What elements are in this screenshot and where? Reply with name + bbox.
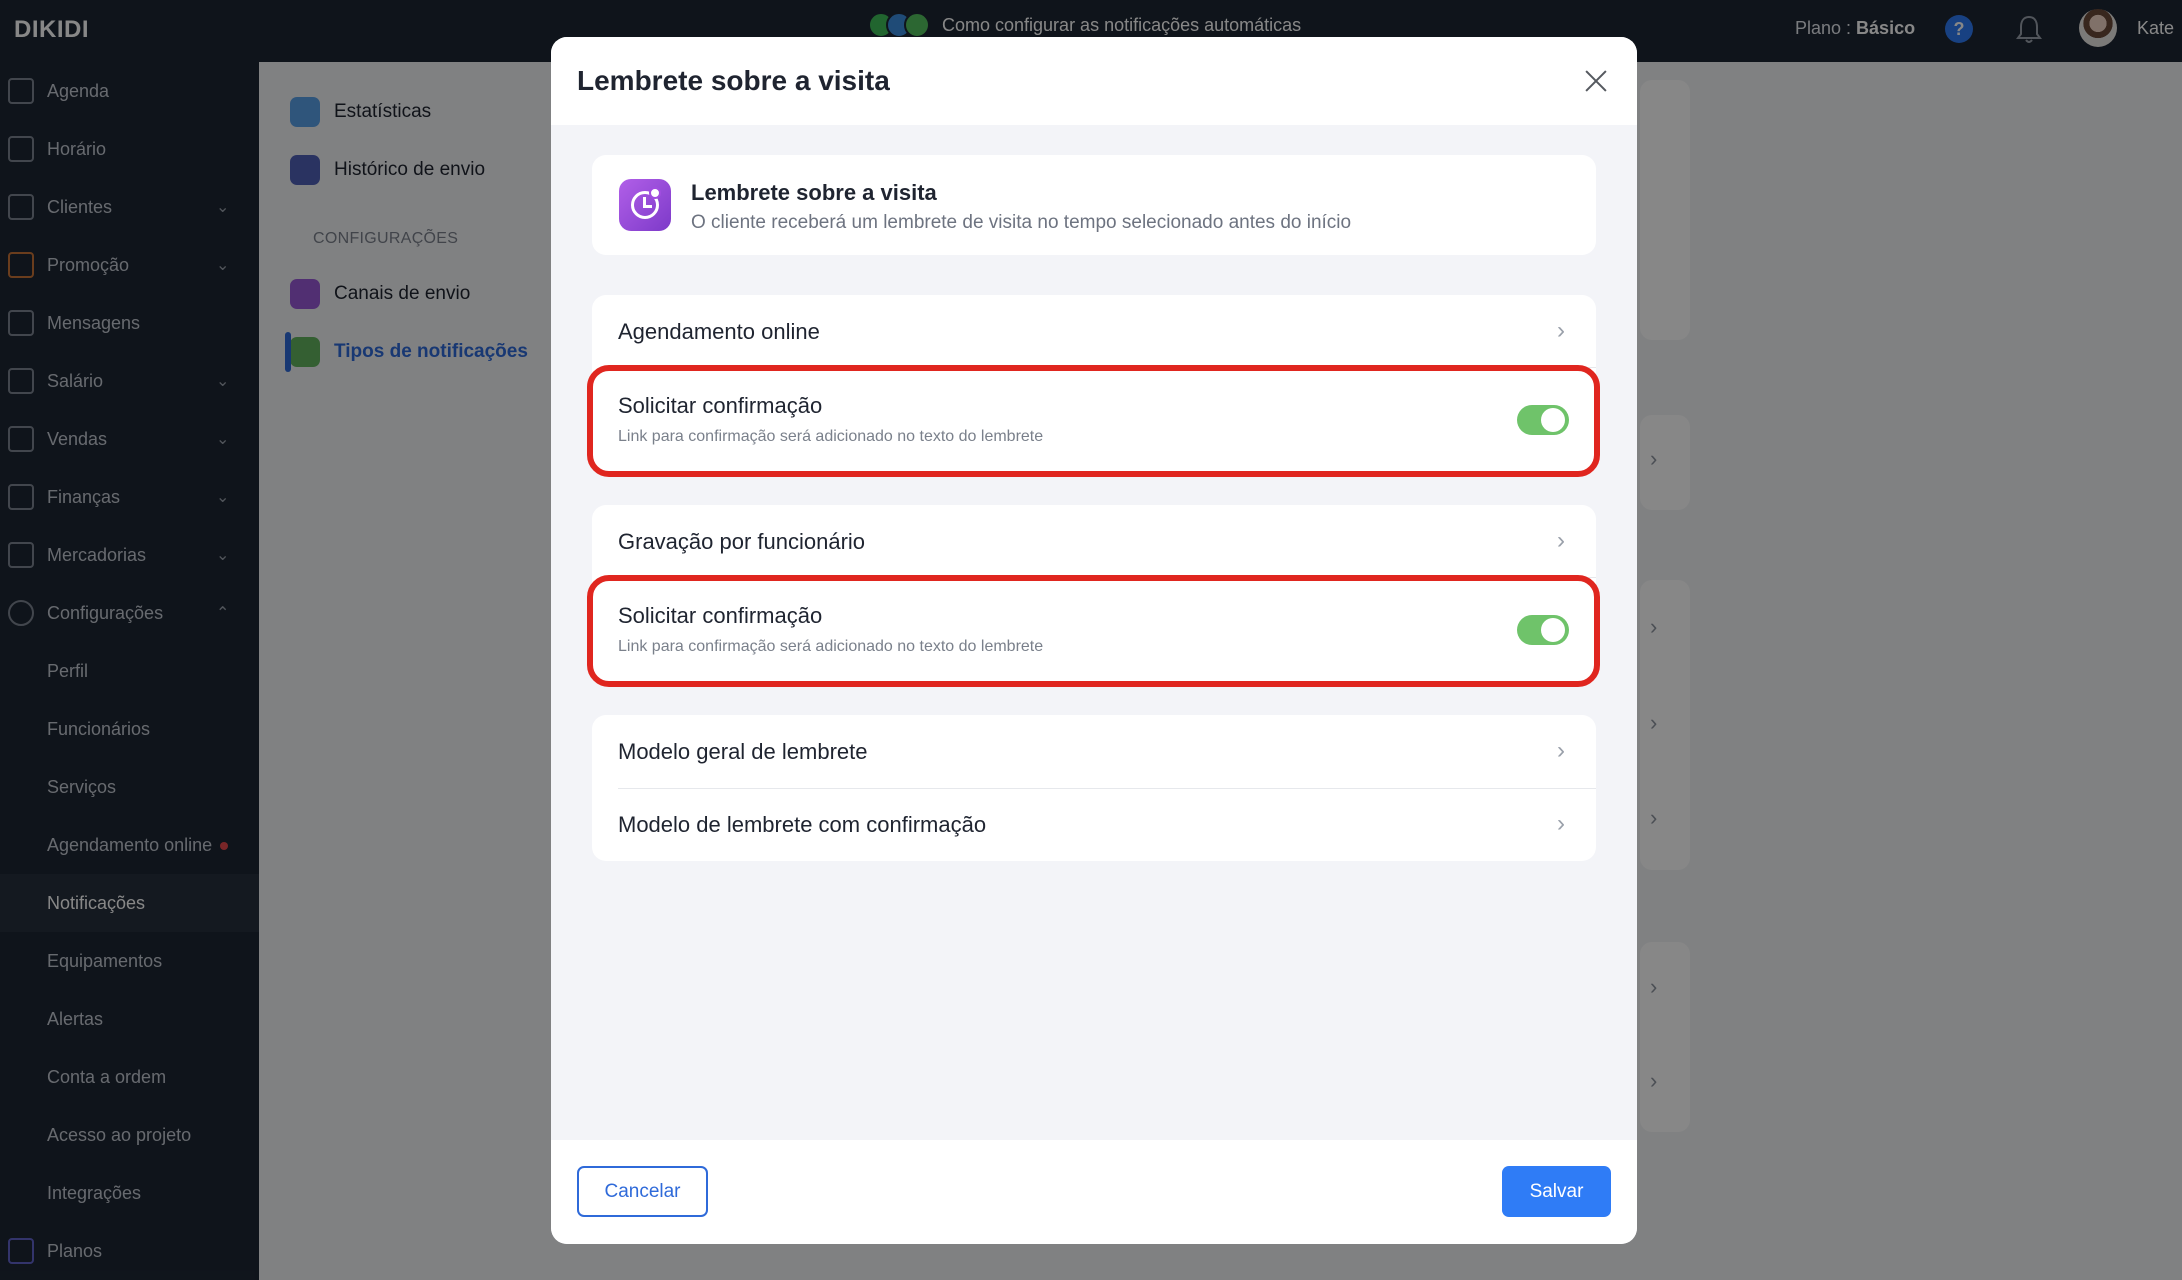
confirmation-template-label: Modelo de lembrete com confirmação <box>618 812 987 837</box>
general-template-row[interactable]: Modelo geral de lembrete › <box>592 715 1596 787</box>
save-button[interactable]: Salvar <box>1502 1166 1611 1217</box>
reminder-info-card: Lembrete sobre a visita O cliente recebe… <box>592 155 1596 255</box>
modal-footer: Cancelar Salvar <box>551 1140 1637 1244</box>
highlight-annotation <box>587 575 1600 687</box>
chevron-right-icon: › <box>1557 527 1565 554</box>
highlight-annotation <box>587 365 1600 477</box>
templates-card: Modelo geral de lembrete › Modelo de lem… <box>592 715 1596 861</box>
general-template-label: Modelo geral de lembrete <box>618 739 868 764</box>
online-booking-label: Agendamento online <box>618 319 820 344</box>
chevron-right-icon: › <box>1557 317 1565 344</box>
modal-header: Lembrete sobre a visita <box>551 37 1637 125</box>
modal-title: Lembrete sobre a visita <box>577 65 890 96</box>
info-description: O cliente receberá um lembrete de visita… <box>691 212 1352 233</box>
close-icon[interactable] <box>1576 61 1616 101</box>
chevron-right-icon: › <box>1557 810 1565 837</box>
chevron-right-icon: › <box>1557 737 1565 764</box>
employee-booking-label: Gravação por funcionário <box>618 529 866 554</box>
cancel-button[interactable]: Cancelar <box>577 1166 708 1217</box>
confirmation-template-row[interactable]: Modelo de lembrete com confirmação › <box>592 788 1596 860</box>
online-booking-row[interactable]: Agendamento online › <box>592 295 1596 367</box>
reminder-clock-icon <box>619 179 671 231</box>
employee-booking-row[interactable]: Gravação por funcionário › <box>592 505 1596 577</box>
reminder-modal: Lembrete sobre a visita Lembrete sobre a… <box>551 37 1637 1244</box>
info-title: Lembrete sobre a visita <box>691 180 937 205</box>
